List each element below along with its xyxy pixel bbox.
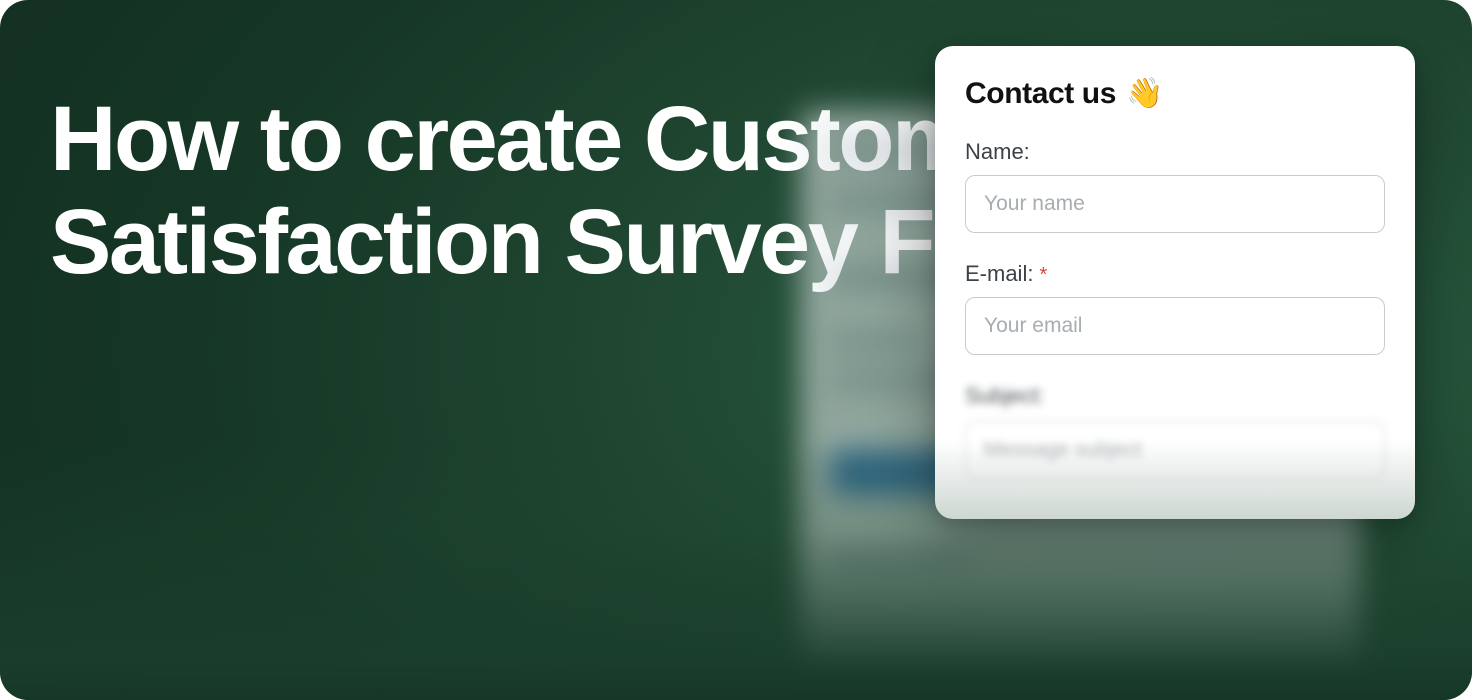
name-field-group: Name: <box>965 139 1385 233</box>
waving-hand-icon: 👋 <box>1126 76 1163 111</box>
card-title: Contact us 👋 <box>965 76 1385 111</box>
email-label: E-mail: * <box>965 261 1385 287</box>
email-field-group: E-mail: * <box>965 261 1385 355</box>
card-title-text: Contact us <box>965 77 1116 111</box>
subject-field-group: Subject: <box>965 383 1385 479</box>
name-input[interactable] <box>965 175 1385 233</box>
email-label-text: E-mail: <box>965 261 1033 287</box>
hero-banner: How to create Customer Satisfaction Surv… <box>0 0 1472 700</box>
subject-label: Subject: <box>965 383 1385 409</box>
email-input[interactable] <box>965 297 1385 355</box>
required-asterisk-icon: * <box>1039 265 1047 285</box>
contact-form-card: Contact us 👋 Name: E-mail: * Subject: <box>935 46 1415 519</box>
name-label: Name: <box>965 139 1385 165</box>
subject-input[interactable] <box>965 421 1385 479</box>
